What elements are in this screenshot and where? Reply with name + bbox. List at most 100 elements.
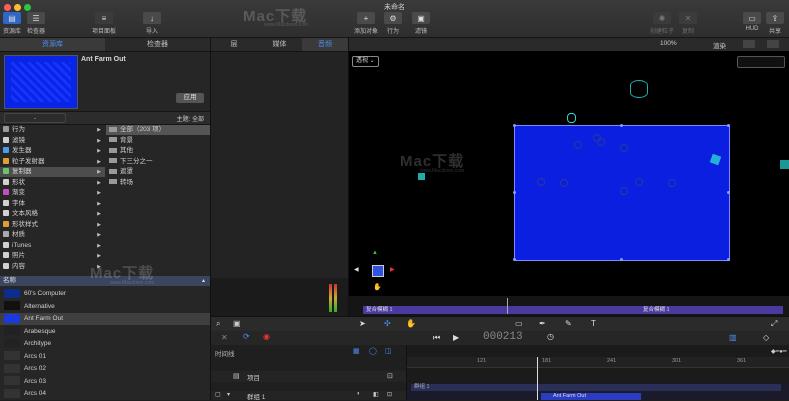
- timeline-ruler[interactable]: 121 181 241 301 361: [407, 357, 789, 368]
- canvas[interactable]: 透视 ⌄ ▲ ◀ ▶ ✋: [349, 51, 789, 316]
- mini-timeline-bar[interactable]: 复合模糊 1 复合模糊 1: [363, 306, 783, 314]
- share-button[interactable]: ⇪ 共享: [766, 12, 784, 35]
- timeline-toggle-icon[interactable]: ▥: [729, 333, 737, 342]
- category-item[interactable]: iTunes ▶: [0, 241, 105, 251]
- resize-handle[interactable]: [513, 191, 516, 194]
- group-row[interactable]: ▢ ▾ 群组 1 ◐ ◧ ⊡: [211, 391, 406, 401]
- list-item[interactable]: Arcs 04: [0, 388, 210, 400]
- category-item[interactable]: 照片 ▶: [0, 251, 105, 261]
- loop-icon[interactable]: ⟳: [243, 332, 250, 341]
- behaviors-button[interactable]: ⚙ 行为: [384, 12, 402, 35]
- category-item[interactable]: 字体 ▶: [0, 199, 105, 209]
- sort-arrow-icon[interactable]: ▲: [201, 276, 206, 286]
- select-tool-icon[interactable]: ➤: [359, 319, 366, 328]
- grid-icon[interactable]: ▦: [353, 347, 360, 355]
- 3d-view-tools[interactable]: [737, 56, 785, 68]
- x-axis-arrow-icon[interactable]: ◀: [354, 266, 359, 273]
- theme-filter[interactable]: 主题: 全部: [177, 114, 204, 123]
- render-popup[interactable]: 渲染: [713, 40, 726, 50]
- checkbox-icon[interactable]: ▢: [215, 391, 221, 398]
- list-item[interactable]: Arcs 03: [0, 376, 210, 388]
- view-layout-button[interactable]: [743, 40, 755, 48]
- text-tool-icon[interactable]: T: [591, 319, 596, 328]
- category-item[interactable]: 渐变 ▶: [0, 188, 105, 198]
- mini-playhead[interactable]: [507, 298, 508, 314]
- category-item[interactable]: 文本风格 ▶: [0, 209, 105, 219]
- list-item[interactable]: Ant Farm Out: [0, 313, 210, 325]
- resize-handle[interactable]: [727, 191, 730, 194]
- category-item[interactable]: 材质 ▶: [0, 230, 105, 240]
- lock-icon[interactable]: ⊡: [387, 391, 392, 398]
- library-browser-button[interactable]: ▤ 资源库: [3, 12, 21, 35]
- list-item[interactable]: Arcs 02: [0, 363, 210, 375]
- fullscreen-icon[interactable]: ⤢: [771, 319, 777, 329]
- filters-button[interactable]: ▣ 滤镜: [412, 12, 430, 35]
- resize-handle[interactable]: [513, 258, 516, 261]
- go-to-start-icon[interactable]: ⏮: [433, 333, 440, 343]
- lock-icon[interactable]: ⊡: [387, 372, 393, 380]
- clip-ant-farm-out[interactable]: Ant Farm Out: [541, 393, 641, 400]
- small-cylinder-object[interactable]: [567, 113, 576, 123]
- pen-tool-icon[interactable]: ✒: [539, 319, 546, 328]
- resize-handle[interactable]: [620, 258, 623, 261]
- category-item[interactable]: 复制器 ▶: [0, 167, 105, 177]
- camera-view-popup[interactable]: 透视 ⌄: [352, 56, 379, 67]
- category-item[interactable]: 发生器 ▶: [0, 146, 105, 156]
- subcategory-item[interactable]: 转场: [106, 178, 210, 188]
- category-item[interactable]: 行为 ▶: [0, 125, 105, 135]
- replicate-button[interactable]: ✕ 复制: [679, 12, 697, 35]
- group-track[interactable]: 群组 1: [411, 384, 781, 391]
- resize-handle[interactable]: [620, 124, 623, 127]
- list-item[interactable]: 60's Computer: [0, 288, 210, 300]
- category-popup[interactable]: ⌄: [4, 113, 66, 123]
- y-axis-arrow-icon[interactable]: ▲: [372, 250, 378, 256]
- play-icon[interactable]: ▶: [453, 333, 459, 342]
- zoom-popup[interactable]: 100%: [660, 40, 677, 47]
- hand-tool-icon[interactable]: ✋: [406, 319, 416, 328]
- timecode-mode-icon[interactable]: ◷: [547, 332, 554, 341]
- tab-library[interactable]: 资源库: [0, 38, 105, 51]
- subcategory-item[interactable]: 遮罩: [106, 167, 210, 177]
- cylinder-object[interactable]: [630, 80, 648, 98]
- import-button[interactable]: ↓ 导入: [143, 12, 161, 35]
- subcategory-item[interactable]: 全部（203 项）: [106, 125, 210, 135]
- subcategory-item[interactable]: 下三分之一: [106, 157, 210, 167]
- shape-tool-icon[interactable]: ▭: [515, 319, 523, 328]
- disclosure-icon[interactable]: ▾: [227, 391, 230, 398]
- playhead[interactable]: [537, 357, 538, 400]
- list-item[interactable]: Arcs 01: [0, 351, 210, 363]
- zoom-slider[interactable]: ◆━●━: [771, 348, 786, 355]
- mask-icon[interactable]: ◧: [373, 391, 379, 398]
- ant-farm-rectangle[interactable]: [513, 124, 730, 261]
- inspector-button[interactable]: ☰ 检查器: [27, 12, 45, 35]
- apply-button[interactable]: 应用: [176, 93, 204, 103]
- search-icon[interactable]: ⌕: [216, 319, 220, 329]
- transform-tool-icon[interactable]: ✣: [384, 319, 391, 328]
- timecode-display[interactable]: 000213: [483, 331, 523, 343]
- category-item[interactable]: 形状样式 ▶: [0, 220, 105, 230]
- subcategory-item[interactable]: 其他: [106, 146, 210, 156]
- edge-cube-object[interactable]: [780, 160, 789, 169]
- z-axis-arrow-icon[interactable]: ▶: [390, 266, 395, 273]
- project-panel-button[interactable]: ≡ 项目面板: [92, 12, 116, 35]
- paint-tool-icon[interactable]: ✎: [565, 319, 572, 328]
- circle-icon[interactable]: ◯: [369, 347, 377, 355]
- resize-handle[interactable]: [513, 124, 516, 127]
- list-item[interactable]: Alternative: [0, 301, 210, 313]
- resize-handle[interactable]: [727, 124, 730, 127]
- keyframe-editor-icon[interactable]: ◇: [763, 333, 769, 342]
- hud-button[interactable]: ▭ HUD: [743, 12, 761, 32]
- left-cube-object[interactable]: [418, 173, 425, 180]
- box-icon[interactable]: ◫: [385, 347, 392, 355]
- list-item[interactable]: Arabesque: [0, 326, 210, 338]
- subcategory-item[interactable]: 背景: [106, 136, 210, 146]
- category-item[interactable]: 形状 ▶: [0, 178, 105, 188]
- category-item[interactable]: 粒子发射器 ▶: [0, 157, 105, 167]
- pan-hand-icon[interactable]: ✋: [373, 283, 382, 291]
- tab-layers[interactable]: 层: [211, 38, 257, 51]
- record-off-icon[interactable]: ✕: [221, 333, 228, 342]
- record-icon[interactable]: ◉: [263, 332, 270, 341]
- tab-audio[interactable]: 音频: [302, 38, 348, 51]
- solo-icon[interactable]: ◐: [357, 391, 361, 397]
- category-item[interactable]: 滤镜 ▶: [0, 136, 105, 146]
